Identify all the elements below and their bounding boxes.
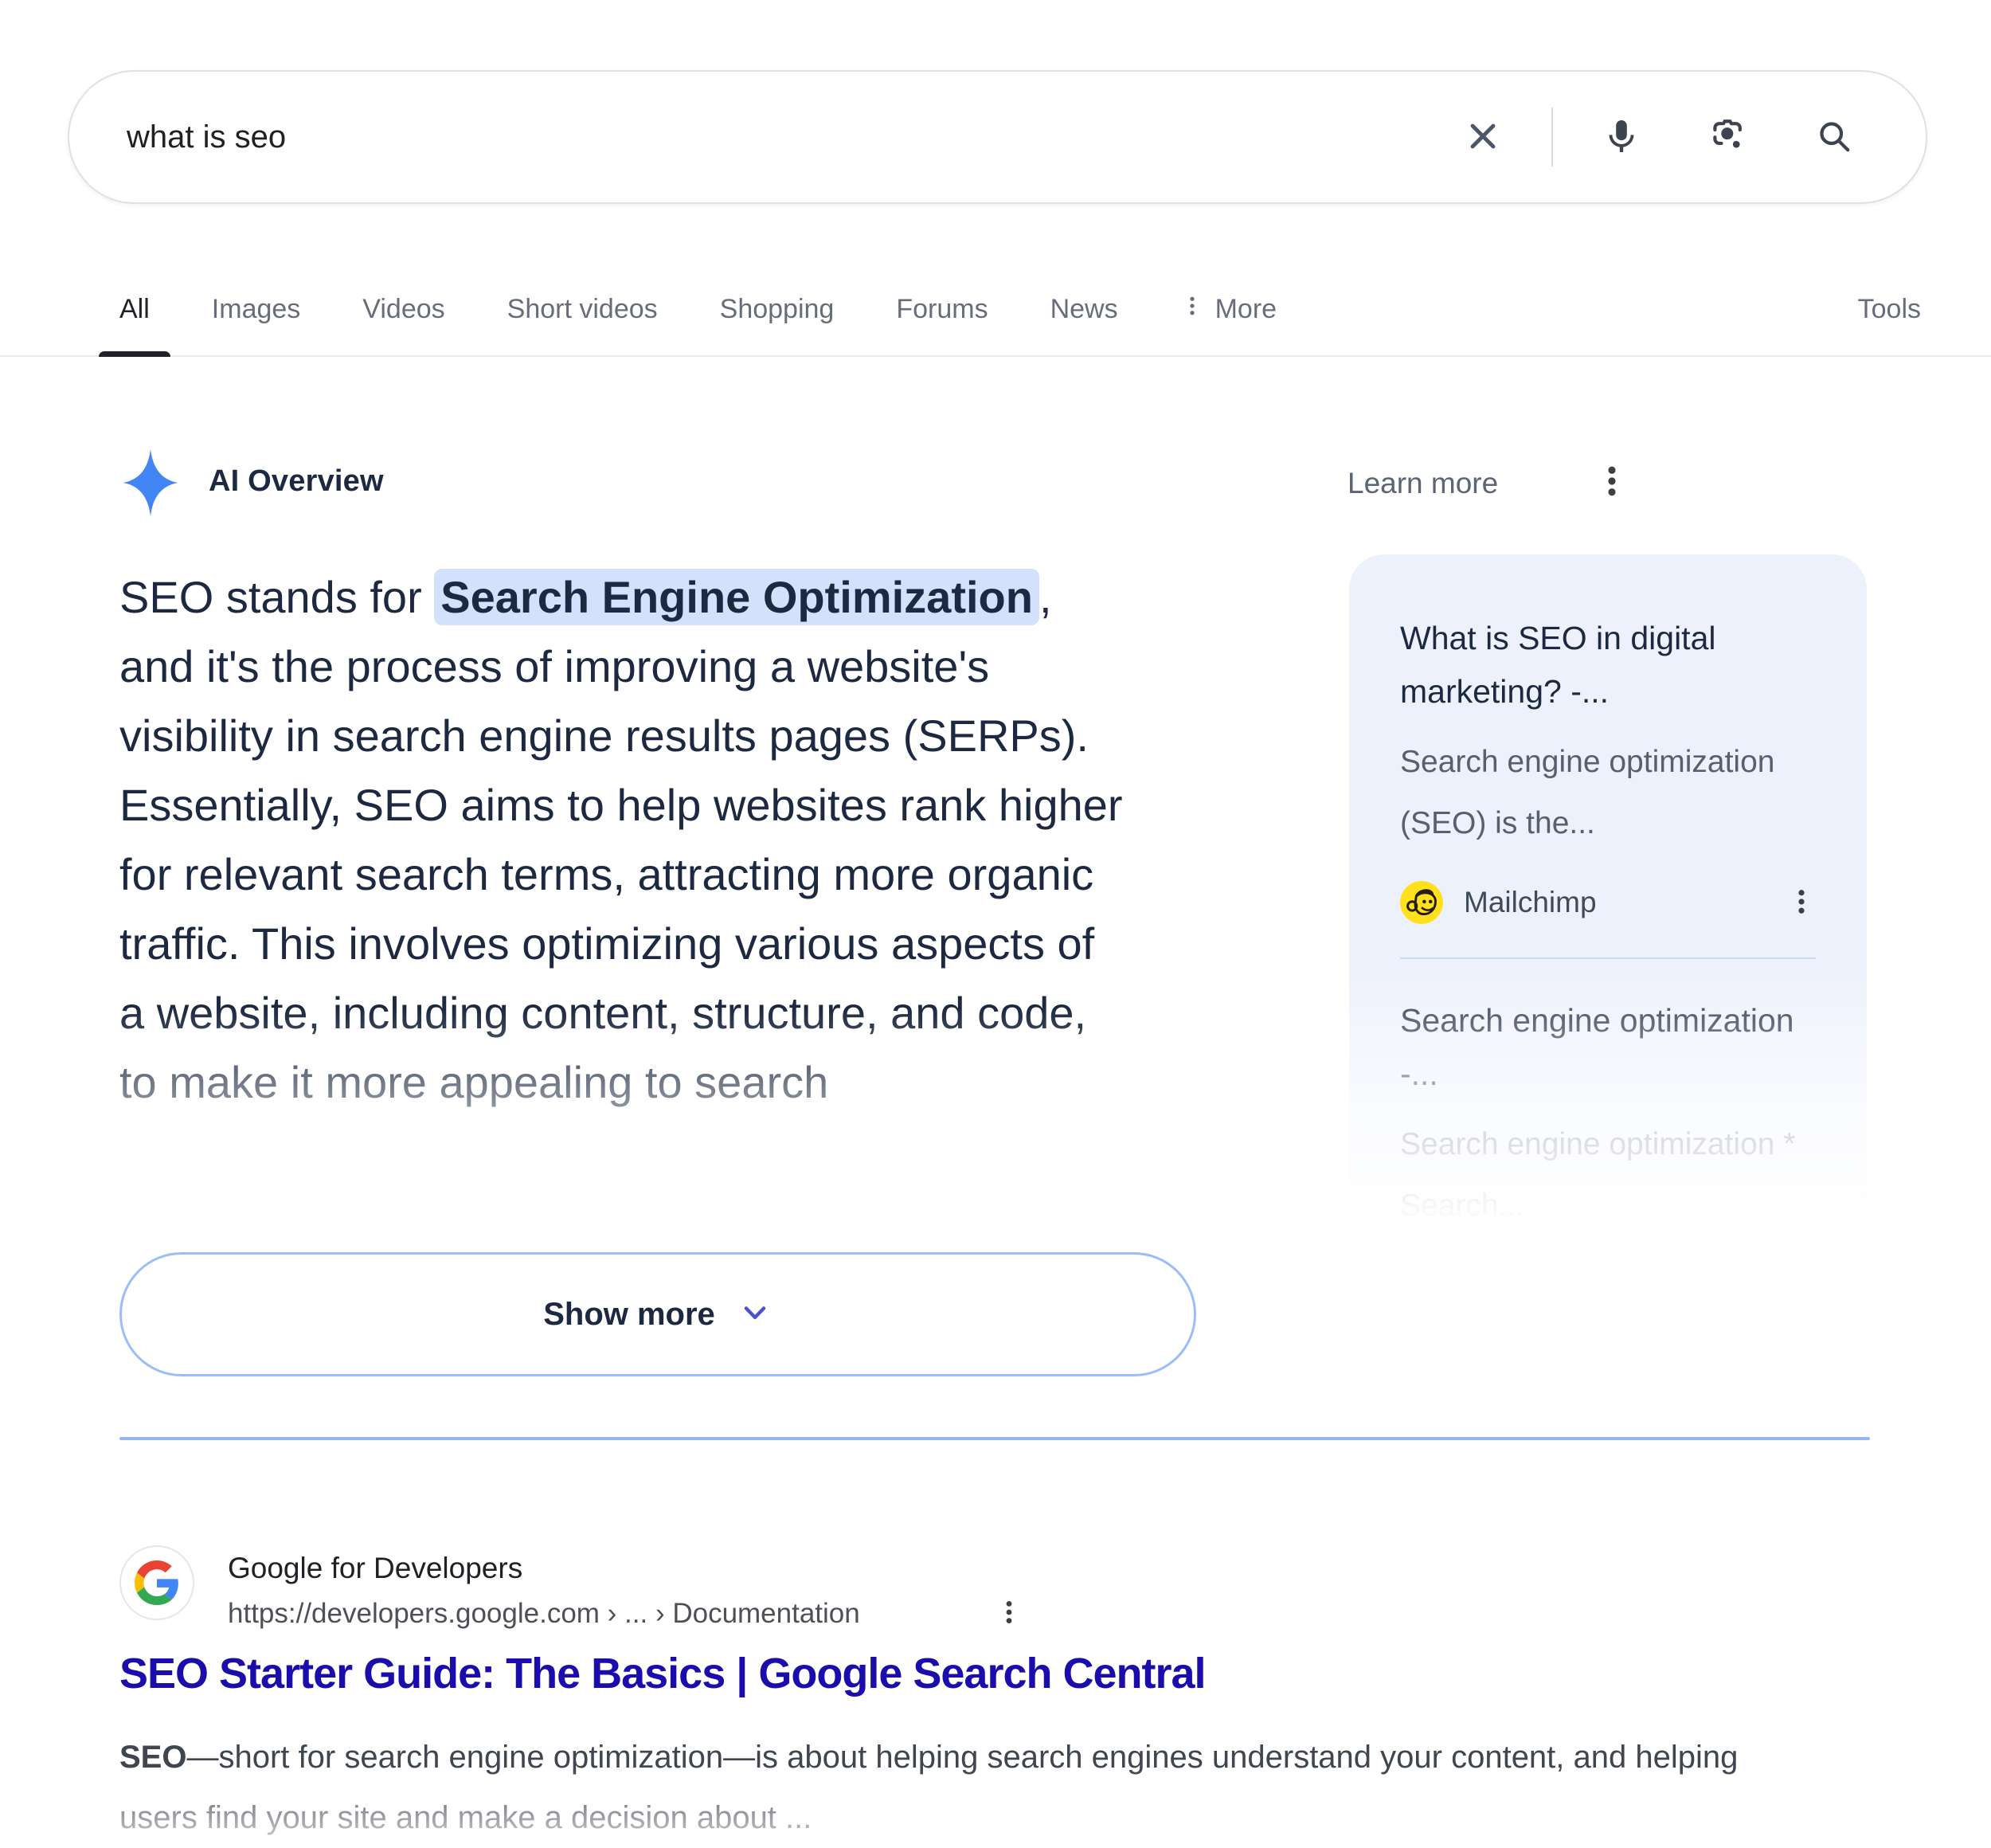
tab-shopping-label: Shopping xyxy=(720,294,835,325)
clear-search-button[interactable] xyxy=(1464,117,1502,158)
google-favicon xyxy=(119,1545,194,1620)
more-vertical-icon xyxy=(1594,460,1629,504)
mailchimp-favicon xyxy=(1400,881,1443,924)
mic-icon xyxy=(1602,117,1707,158)
source-card-title[interactable]: Search engine optimization -... xyxy=(1400,994,1816,1101)
show-more-button[interactable]: Show more xyxy=(119,1252,1196,1376)
source-card-divider xyxy=(1400,957,1816,959)
source-card-source-name[interactable]: Mailchimp xyxy=(1464,886,1597,919)
search-bar-actions xyxy=(1464,108,1852,166)
tab-videos[interactable]: Videos xyxy=(362,263,444,355)
tab-tools-label: Tools xyxy=(1858,294,1921,325)
ai-answer-text: SEO stands for Search Engine Optimizatio… xyxy=(119,562,1123,1117)
chevron-down-icon xyxy=(737,1290,773,1338)
result-menu-button[interactable] xyxy=(996,1595,1023,1632)
tab-forums-label: Forums xyxy=(896,294,988,325)
tab-all-label: All xyxy=(119,294,150,325)
source-card-snippet: Search engine optimization * Search... xyxy=(1400,1114,1816,1230)
search-bar-divider xyxy=(1551,108,1553,166)
ai-overview-title: AI Overview xyxy=(209,464,384,499)
sparkle-icon xyxy=(122,448,179,518)
tab-short-videos[interactable]: Short videos xyxy=(507,263,658,355)
result-snippet-rest: —short for search engine optimization—is… xyxy=(119,1740,1738,1835)
ai-answer-after: , and it's the process of improving a we… xyxy=(119,572,1123,1107)
ai-overview-menu-button[interactable] xyxy=(1594,460,1629,504)
source-card-attribution: Mailchimp xyxy=(1400,881,1816,924)
source-card-title[interactable]: What is SEO in digital marketing? -... xyxy=(1400,612,1816,718)
show-more-label: Show more xyxy=(543,1297,715,1333)
more-vertical-icon xyxy=(996,1620,1023,1632)
ai-answer-highlight[interactable]: Search Engine Optimization xyxy=(434,569,1039,625)
section-divider xyxy=(119,1437,1870,1440)
more-vertical-icon xyxy=(1180,294,1204,325)
tab-all[interactable]: All xyxy=(119,263,150,355)
tab-more[interactable]: More xyxy=(1180,263,1277,355)
tab-images-label: Images xyxy=(212,294,301,325)
close-icon xyxy=(1464,117,1502,158)
tab-images[interactable]: Images xyxy=(212,263,301,355)
source-card-snippet: Search engine optimization (SEO) is the.… xyxy=(1400,731,1816,854)
tab-short-videos-label: Short videos xyxy=(507,294,658,325)
ai-answer-before: SEO stands for xyxy=(119,572,434,622)
voice-search-button[interactable] xyxy=(1602,117,1707,158)
tab-news[interactable]: News xyxy=(1050,263,1118,355)
result-snippet-bold: SEO xyxy=(119,1740,186,1775)
ai-overview-source-cards: What is SEO in digital marketing? -... S… xyxy=(1349,554,1867,1230)
tab-tools[interactable]: Tools xyxy=(1858,263,1921,355)
lens-icon xyxy=(1707,116,1816,159)
result-title-link[interactable]: SEO Starter Guide: The Basics | Google S… xyxy=(119,1649,1206,1698)
result-snippet: SEO—short for search engine optimization… xyxy=(119,1727,1768,1848)
tab-forums[interactable]: Forums xyxy=(896,263,988,355)
lens-search-button[interactable] xyxy=(1707,116,1816,159)
search-icon xyxy=(1816,118,1852,157)
tab-shopping[interactable]: Shopping xyxy=(720,263,835,355)
tab-more-label: More xyxy=(1215,294,1277,325)
tab-news-label: News xyxy=(1050,294,1118,325)
source-card-menu-button[interactable] xyxy=(1787,884,1816,922)
search-bar[interactable]: what is seo xyxy=(68,70,1927,204)
result-url-breadcrumb[interactable]: https://developers.google.com › ... › Do… xyxy=(228,1598,860,1630)
tab-videos-label: Videos xyxy=(362,294,444,325)
results-tab-bar: All Images Videos Short videos Shopping … xyxy=(0,263,1991,357)
search-input[interactable]: what is seo xyxy=(127,119,1464,155)
search-submit-button[interactable] xyxy=(1816,118,1852,157)
result-site-name[interactable]: Google for Developers xyxy=(228,1552,522,1585)
more-vertical-icon xyxy=(1787,910,1816,922)
learn-more-link[interactable]: Learn more xyxy=(1348,467,1498,500)
